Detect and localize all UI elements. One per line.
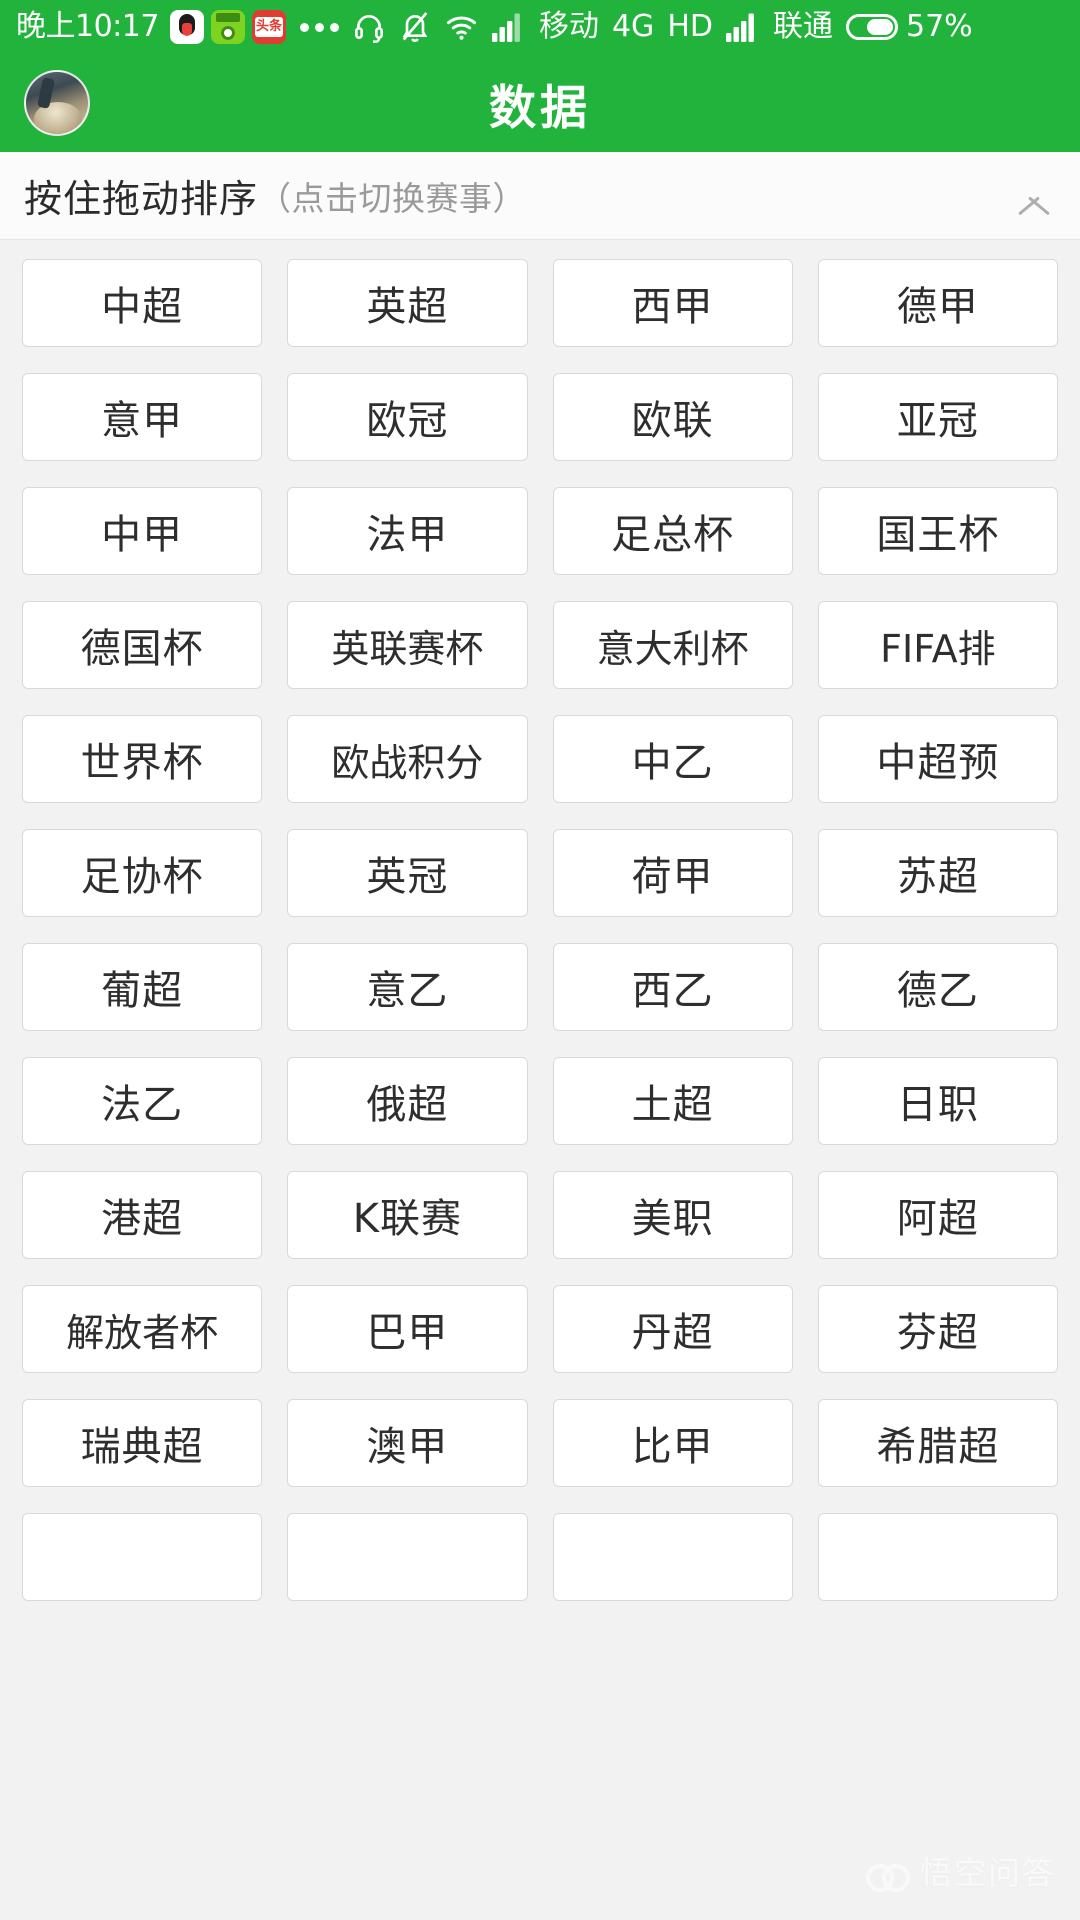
bell-muted-icon (399, 11, 431, 43)
league-cell[interactable]: 丹超 (552, 1285, 793, 1373)
league-cell[interactable]: 葡超 (22, 943, 263, 1031)
league-cell[interactable]: 中甲 (22, 487, 263, 575)
league-cell[interactable]: 巴甲 (287, 1285, 528, 1373)
league-cell[interactable]: 港超 (22, 1171, 263, 1259)
league-cell[interactable]: 西甲 (552, 259, 793, 347)
league-cell[interactable]: K联赛 (287, 1171, 528, 1259)
league-cell[interactable]: 国王杯 (817, 487, 1058, 575)
league-cell[interactable]: 中超 (22, 259, 263, 347)
league-cell[interactable]: 芬超 (817, 1285, 1058, 1373)
toutiao-icon (251, 10, 286, 44)
league-cell[interactable]: 美职 (552, 1171, 793, 1259)
status-clock: 晚上10:17 (16, 9, 159, 44)
league-cell[interactable]: 土超 (552, 1057, 793, 1145)
league-cell[interactable]: 欧联 (552, 373, 793, 461)
sort-hint-label: 按住拖动排序 (24, 177, 259, 221)
status-bar: 晚上10:17 头条 移动 4G HD 联通 57% (0, 0, 1080, 54)
network-type-label: 4G (611, 9, 655, 44)
league-cell[interactable]: 英超 (287, 259, 528, 347)
league-cell[interactable] (22, 1513, 263, 1601)
league-cell[interactable]: 比甲 (552, 1399, 793, 1487)
league-cell[interactable]: 足总杯 (552, 487, 793, 575)
league-cell[interactable]: 亚冠 (817, 373, 1058, 461)
league-cell[interactable]: 瑞典超 (22, 1399, 263, 1487)
league-cell[interactable] (552, 1513, 793, 1601)
app-bar: 数据 (0, 54, 1080, 152)
qq-icon (169, 10, 204, 44)
league-cell[interactable]: 德国杯 (22, 601, 263, 689)
league-cell[interactable] (817, 1513, 1058, 1601)
league-cell[interactable]: 阿超 (817, 1171, 1058, 1259)
league-cell[interactable]: 意乙 (287, 943, 528, 1031)
league-cell[interactable] (287, 1513, 528, 1601)
carrier-label-2: 联通 (772, 9, 833, 44)
wifi-icon (445, 11, 478, 44)
league-grid-scroll[interactable]: 中超 英超 西甲 德甲意甲 欧冠 欧联 亚冠中甲 法甲 足总杯 国王杯德国杯 英联赛杯 意大利杯 FIF… (0, 240, 1080, 1920)
league-cell[interactable]: 英联赛杯 (287, 601, 528, 689)
hd-label: HD (667, 9, 713, 44)
league-cell[interactable]: 法甲 (287, 487, 528, 575)
league-cell[interactable]: 解放者杯 (22, 1285, 263, 1373)
league-cell[interactable]: 澳甲 (287, 1399, 528, 1487)
league-cell[interactable]: 英冠 (287, 829, 528, 917)
more-dots-icon (299, 22, 339, 32)
league-cell[interactable]: 法乙 (22, 1057, 263, 1145)
league-cell[interactable]: 中超预 (817, 715, 1058, 803)
signal-bars-icon-2 (725, 12, 759, 42)
league-cell[interactable]: FIFA排 (817, 601, 1058, 689)
battery-icon (845, 14, 898, 40)
league-cell[interactable]: 荷甲 (552, 829, 793, 917)
league-cell[interactable]: 世界杯 (22, 715, 263, 803)
league-cell[interactable]: 俄超 (287, 1057, 528, 1145)
chevron-up-icon[interactable] (1014, 176, 1054, 216)
app-root: 晚上10:17 头条 移动 4G HD 联通 57% 数据 按住拖动排序 （点击… (0, 0, 1080, 1920)
league-cell[interactable]: 德乙 (817, 943, 1058, 1031)
sort-hint-header[interactable]: 按住拖动排序 （点击切换赛事） (0, 152, 1080, 240)
signal-bars-icon (491, 12, 525, 42)
league-cell[interactable]: 苏超 (817, 829, 1058, 917)
user-avatar[interactable] (24, 70, 90, 136)
league-cell[interactable]: 中乙 (552, 715, 793, 803)
page-title: 数据 (489, 80, 591, 136)
league-cell[interactable]: 西乙 (552, 943, 793, 1031)
league-cell[interactable]: 意大利杯 (552, 601, 793, 689)
league-cell[interactable]: 意甲 (22, 373, 263, 461)
league-cell[interactable]: 希腊超 (817, 1399, 1058, 1487)
league-cell[interactable]: 足协杯 (22, 829, 263, 917)
battery-percent-label: 57% (905, 9, 973, 44)
league-cell[interactable]: 欧冠 (287, 373, 528, 461)
headset-icon (353, 11, 385, 43)
carrier-label-1: 移动 (538, 9, 599, 44)
sort-hint-sublabel: （点击切换赛事） (258, 178, 527, 218)
league-grid: 中超 英超 西甲 德甲意甲 欧冠 欧联 亚冠中甲 法甲 足总杯 国王杯德国杯 英联赛杯 意大利杯 FIF… (22, 259, 1058, 1601)
green-app-icon (210, 10, 245, 44)
league-cell[interactable]: 欧战积分 (287, 715, 528, 803)
league-cell[interactable]: 日职 (817, 1057, 1058, 1145)
league-cell[interactable]: 德甲 (817, 259, 1058, 347)
